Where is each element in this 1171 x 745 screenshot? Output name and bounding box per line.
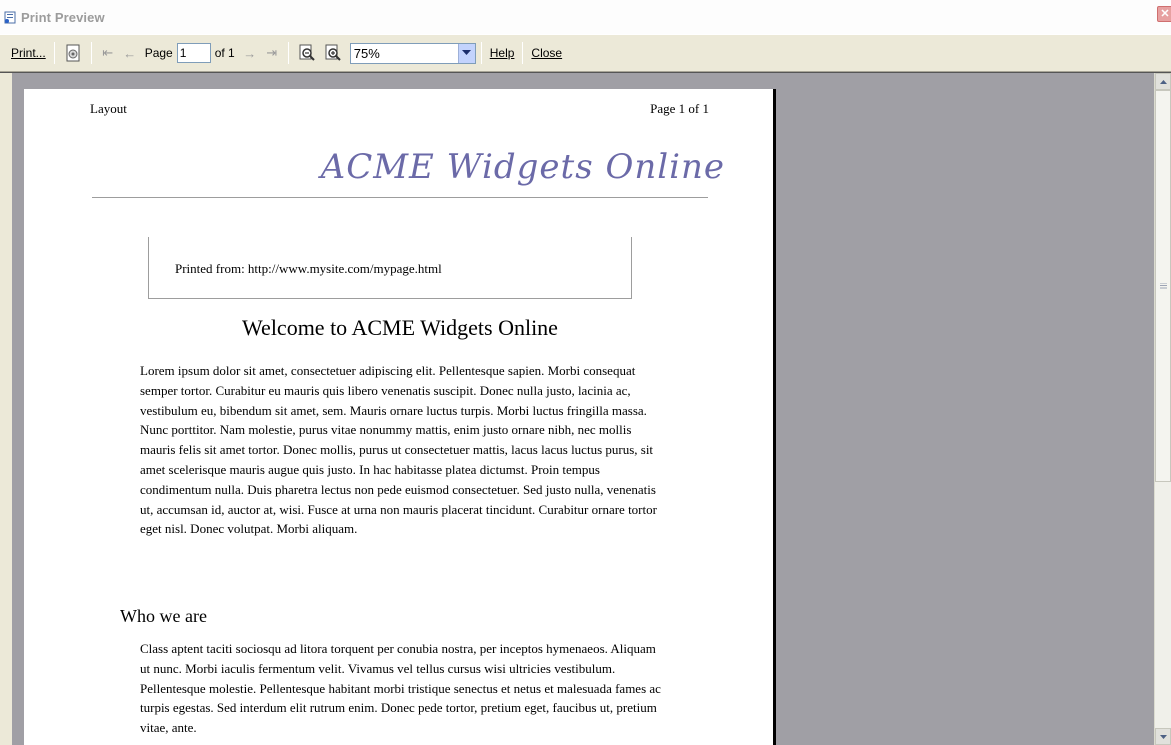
toolbar-separator (480, 42, 482, 64)
preview-viewport: Layout Page 1 of 1 ACME Widgets Online P… (0, 72, 1171, 745)
scroll-up-icon[interactable] (1155, 73, 1171, 90)
intro-paragraph: Lorem ipsum dolor sit amet, consectetuer… (140, 363, 657, 537)
scrollbar-thumb[interactable] (1155, 90, 1171, 482)
close-button-label: Close (531, 46, 563, 60)
toolbar-separator (287, 42, 289, 64)
page-number-input[interactable] (176, 43, 211, 63)
last-page-icon[interactable]: ⇥ (263, 45, 281, 61)
toolbar-separator (53, 42, 55, 64)
title-bar: Print Preview ✕ (0, 0, 1171, 34)
help-button[interactable]: Help (487, 44, 518, 62)
printed-from-text: Printed from: http://www.mysite.com/mypa… (175, 261, 442, 276)
toolbar-separator (90, 42, 92, 64)
help-button-label: Help (489, 46, 515, 60)
first-page-icon[interactable]: ⇤ (99, 45, 117, 61)
toolbar-separator (522, 42, 524, 64)
page-header-left: Layout (90, 101, 127, 116)
close-icon[interactable]: ✕ (1157, 6, 1171, 22)
header-divider (92, 197, 708, 198)
preview-page: Layout Page 1 of 1 ACME Widgets Online P… (24, 89, 776, 745)
chevron-down-icon[interactable] (457, 43, 475, 63)
brand-logo-text: ACME Widgets Online (320, 147, 725, 187)
window-title: Print Preview (21, 9, 105, 25)
zoom-value: 75% (353, 45, 380, 61)
print-button[interactable]: Print... (8, 44, 49, 62)
close-button[interactable]: Close (528, 44, 565, 62)
page-setup-icon[interactable] (62, 42, 84, 64)
page-heading: Welcome to ACME Widgets Online (242, 315, 558, 340)
previous-page-icon[interactable]: ← (121, 46, 139, 61)
print-button-label: Print... (11, 46, 46, 60)
scroll-down-icon[interactable] (1155, 728, 1171, 745)
next-page-icon[interactable]: → (241, 46, 259, 61)
toolbar: Print... ⇤ ← Page of 1 → ⇥ 75% (0, 34, 1171, 72)
section-heading: Who we are (120, 606, 207, 626)
about-paragraph: Class aptent taciti sociosqu ad litora t… (140, 641, 661, 736)
page-header-right: Page 1 of 1 (650, 101, 709, 116)
vertical-scrollbar[interactable] (1154, 73, 1171, 745)
page-label: Page (144, 46, 173, 60)
zoom-in-icon[interactable] (322, 42, 344, 64)
zoom-out-icon[interactable] (296, 42, 318, 64)
page-count-label: of 1 (214, 46, 235, 60)
viewport-edge (0, 73, 12, 745)
page-icon (4, 11, 17, 24)
printed-from-box: Printed from: http://www.mysite.com/mypa… (148, 237, 632, 299)
zoom-select[interactable]: 75% (349, 42, 476, 64)
